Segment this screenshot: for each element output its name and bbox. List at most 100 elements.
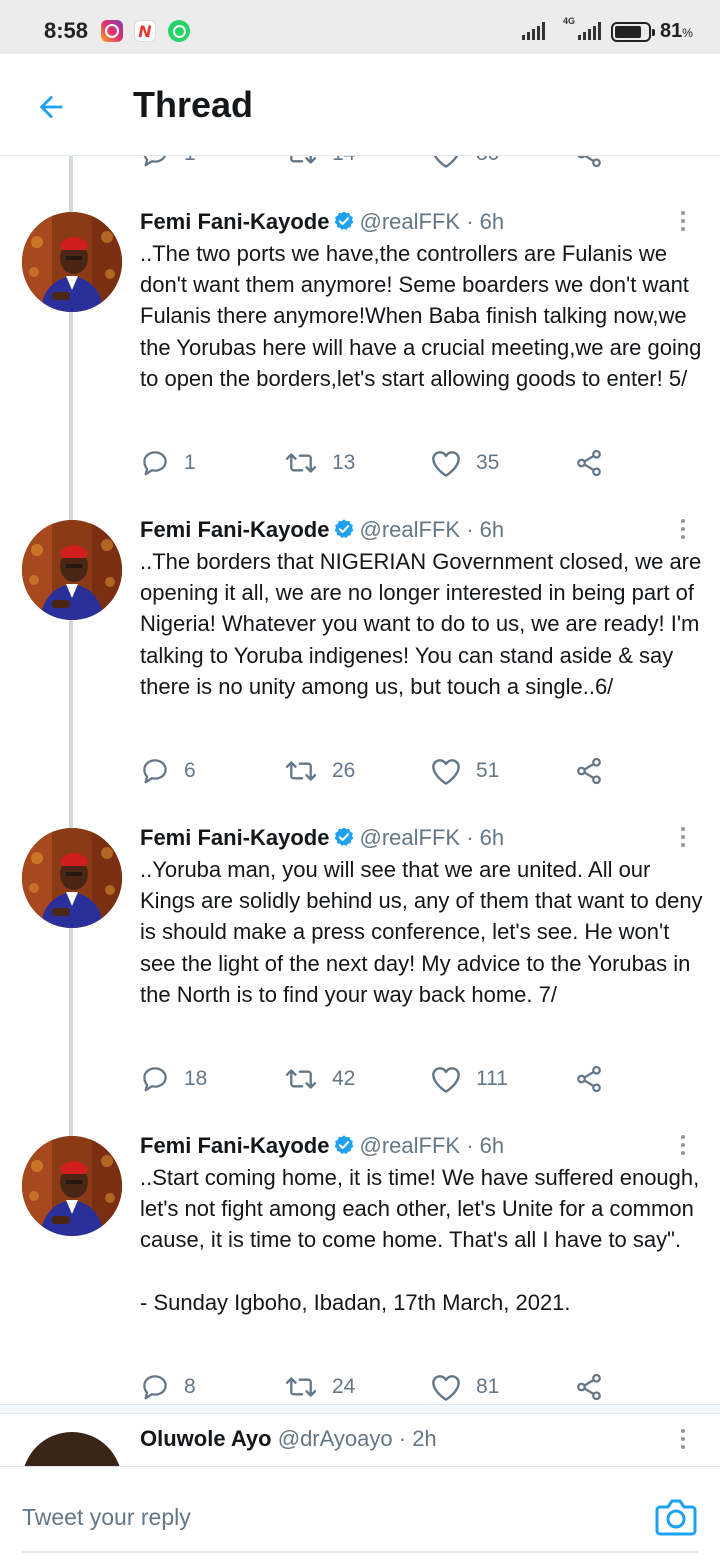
like-button[interactable]: 81 — [430, 1369, 499, 1405]
reply-button[interactable]: 8 — [140, 1369, 196, 1405]
retweet-count: 26 — [332, 759, 356, 782]
author-handle[interactable]: @drAyoayo — [278, 1426, 393, 1451]
reply-underline — [22, 1551, 698, 1553]
author-name[interactable]: Femi Fani-Kayode — [140, 825, 329, 850]
camera-button[interactable] — [654, 1497, 698, 1537]
more-options-button[interactable] — [668, 1130, 698, 1160]
retweet-button[interactable]: 42 — [284, 1061, 355, 1097]
like-count: 111 — [476, 1067, 508, 1090]
author-name[interactable]: Oluwole Ayo — [140, 1426, 272, 1451]
avatar[interactable] — [22, 520, 122, 620]
tweet[interactable]: Femi Fani-Kayode @realFFK · 6h ..The two p… — [0, 202, 720, 510]
retweet-icon — [285, 453, 317, 473]
like-button[interactable]: 35 — [430, 445, 499, 481]
news-icon: N — [134, 20, 156, 42]
author-handle[interactable]: @realFFK — [359, 209, 460, 234]
retweet-button[interactable]: 26 — [284, 753, 355, 789]
tweet-time: · 6h — [466, 825, 505, 850]
avatar[interactable] — [22, 1136, 122, 1236]
share-button[interactable] — [574, 753, 604, 789]
author-handle[interactable]: @realFFK — [359, 1133, 460, 1158]
retweet-count: 24 — [332, 1375, 356, 1398]
avatar-image — [22, 1136, 122, 1236]
retweet-icon — [290, 156, 317, 164]
reply-button[interactable]: 18 — [140, 1061, 207, 1097]
tweet-text: ..The two ports we have,the controllers … — [140, 241, 708, 391]
tweet-header: Femi Fani-Kayode @realFFK · 6h — [140, 207, 504, 237]
share-icon — [577, 156, 601, 168]
tweet-header: Femi Fani-Kayode @realFFK · 6h — [140, 1131, 504, 1161]
tweet[interactable]: Femi Fani-Kayode @realFFK · 6h ..The borde… — [0, 510, 720, 818]
like-icon — [432, 1067, 460, 1093]
page-title: Thread — [133, 84, 254, 125]
retweet-button[interactable]: 13 — [284, 445, 355, 481]
reply-count: 1 — [184, 156, 196, 166]
more-options-button[interactable] — [668, 1424, 698, 1454]
like-count: 30 — [476, 156, 499, 166]
tweet[interactable]: Femi Fani-Kayode @realFFK · 6h ..Start com… — [0, 1126, 720, 1434]
tweet-time: · 2h — [398, 1426, 437, 1451]
verified-badge-icon — [335, 519, 354, 539]
share-button[interactable] — [574, 156, 604, 172]
tweet-actions: 1 13 35 — [140, 445, 620, 481]
more-options-button[interactable] — [668, 206, 698, 236]
avatar[interactable] — [22, 828, 122, 928]
retweet-button[interactable]: 14 — [284, 156, 355, 172]
signal-icon — [522, 22, 545, 40]
camera-icon — [655, 1499, 697, 1536]
avatar[interactable] — [22, 1432, 122, 1466]
battery-icon — [611, 22, 655, 42]
tweet-header: Femi Fani-Kayode @realFFK · 6h — [140, 515, 504, 545]
reply-icon — [143, 156, 167, 167]
avatar[interactable] — [22, 212, 122, 312]
more-dots-icon — [681, 1135, 685, 1139]
share-icon — [577, 1065, 601, 1093]
tweet-actions: 6 26 51 — [140, 753, 620, 789]
like-icon — [432, 1375, 460, 1401]
instagram-icon — [101, 20, 123, 42]
tweet-text: ..Start coming home, it is time! We have… — [140, 1165, 700, 1315]
reply-button[interactable]: 1 — [140, 156, 196, 172]
retweet-count: 14 — [332, 156, 355, 166]
share-button[interactable] — [574, 445, 604, 481]
tweet-text: ..Yoruba man, you will see that we are u… — [140, 857, 709, 1007]
reply-icon — [143, 1375, 167, 1400]
author-name[interactable]: Femi Fani-Kayode — [140, 517, 329, 542]
thread-list: 1 14 30 Femi Fani-Kayode @realFFK · 6h ..The … — [0, 156, 720, 1466]
share-icon — [577, 449, 601, 477]
reply-input[interactable] — [22, 1497, 622, 1537]
like-icon — [432, 759, 460, 785]
tweet[interactable]: Femi Fani-Kayode @realFFK · 6h ..Yoruba ma… — [0, 818, 720, 1126]
retweet-icon — [285, 1069, 317, 1089]
status-time: 8:58 — [44, 18, 89, 43]
reply-count: 8 — [184, 1375, 196, 1398]
more-dots-icon — [681, 827, 685, 831]
like-button[interactable]: 51 — [430, 753, 499, 789]
reply-button[interactable]: 6 — [140, 753, 196, 789]
author-name[interactable]: Femi Fani-Kayode — [140, 1133, 329, 1158]
network-type: 4G — [563, 16, 576, 26]
reply-button[interactable]: 1 — [140, 445, 196, 481]
more-options-button[interactable] — [668, 822, 698, 852]
like-count: 51 — [476, 759, 500, 782]
author-name[interactable]: Femi Fani-Kayode — [140, 209, 329, 234]
share-button[interactable] — [574, 1369, 604, 1405]
more-options-button[interactable] — [668, 514, 698, 544]
like-button[interactable]: 111 — [430, 1061, 508, 1097]
author-handle[interactable]: @realFFK — [359, 825, 460, 850]
reply-bar — [0, 1466, 720, 1560]
like-icon — [432, 451, 460, 477]
retweet-count: 42 — [332, 1067, 356, 1090]
tweet-actions: 8 24 81 — [140, 1369, 620, 1405]
next-tweet[interactable]: Oluwole Ayo @drAyoayo · 2h — [0, 1426, 720, 1466]
reply-count: 6 — [184, 759, 196, 782]
tweet-header: Oluwole Ayo @drAyoayo · 2h — [140, 1426, 437, 1452]
author-handle[interactable]: @realFFK — [359, 517, 460, 542]
avatar-image — [22, 212, 122, 312]
back-button[interactable] — [28, 84, 74, 130]
tweet-header: Femi Fani-Kayode @realFFK · 6h — [140, 823, 504, 853]
retweet-button[interactable]: 24 — [284, 1369, 355, 1405]
share-button[interactable] — [574, 1061, 604, 1097]
like-button[interactable]: 30 — [430, 156, 499, 172]
verified-badge-icon — [335, 827, 354, 847]
